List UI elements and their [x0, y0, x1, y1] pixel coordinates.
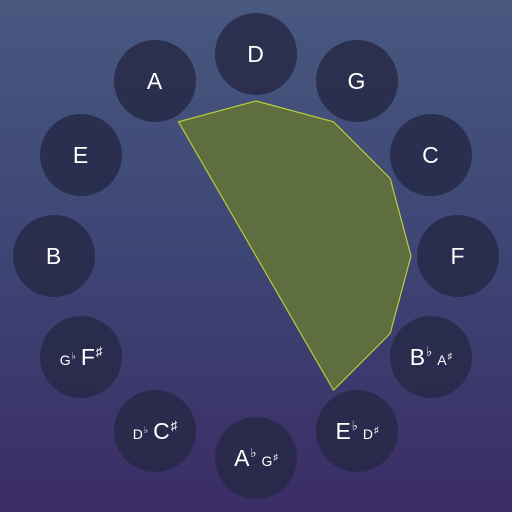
note-label: C: [422, 142, 439, 168]
note-button-b[interactable]: B: [13, 215, 95, 297]
note-label: G: [347, 68, 366, 95]
circle-of-fifths: D G C F A♯: [0, 0, 512, 512]
note-button-g[interactable]: G: [316, 40, 398, 123]
note-label: A♯ B♭ A♯: [409, 344, 453, 370]
note-button-d[interactable]: D: [215, 13, 297, 95]
note-label: B: [45, 243, 62, 269]
note-button-f-sharp[interactable]: G♭ F♯ G♭: [40, 316, 123, 398]
note-label: A: [146, 68, 163, 95]
note-button-c[interactable]: C: [389, 114, 472, 196]
note-button-f[interactable]: F: [417, 215, 499, 297]
note-button-e-flat[interactable]: D♯ E♭ D♯: [316, 389, 398, 472]
note-label: G♯ A♭ G♯: [234, 445, 278, 471]
note-label: E: [72, 142, 89, 168]
note-label: D♭ C♯ D♭: [132, 417, 178, 444]
note-label: F: [450, 243, 465, 269]
note-button-a-flat[interactable]: G♯ A♭ G♯: [215, 417, 297, 499]
note-button-b-flat[interactable]: A♯ B♭ A♯: [389, 316, 472, 398]
selected-notes-polygon: [177, 100, 412, 392]
note-label: D: [247, 41, 264, 67]
note-button-c-sharp[interactable]: D♭ C♯ D♭: [114, 389, 196, 472]
note-label: G♭ F♯ G♭: [59, 344, 103, 370]
note-label: D♯ E♭ D♯: [335, 417, 379, 444]
note-button-e[interactable]: E: [40, 114, 123, 196]
note-button-a[interactable]: A: [114, 40, 196, 123]
